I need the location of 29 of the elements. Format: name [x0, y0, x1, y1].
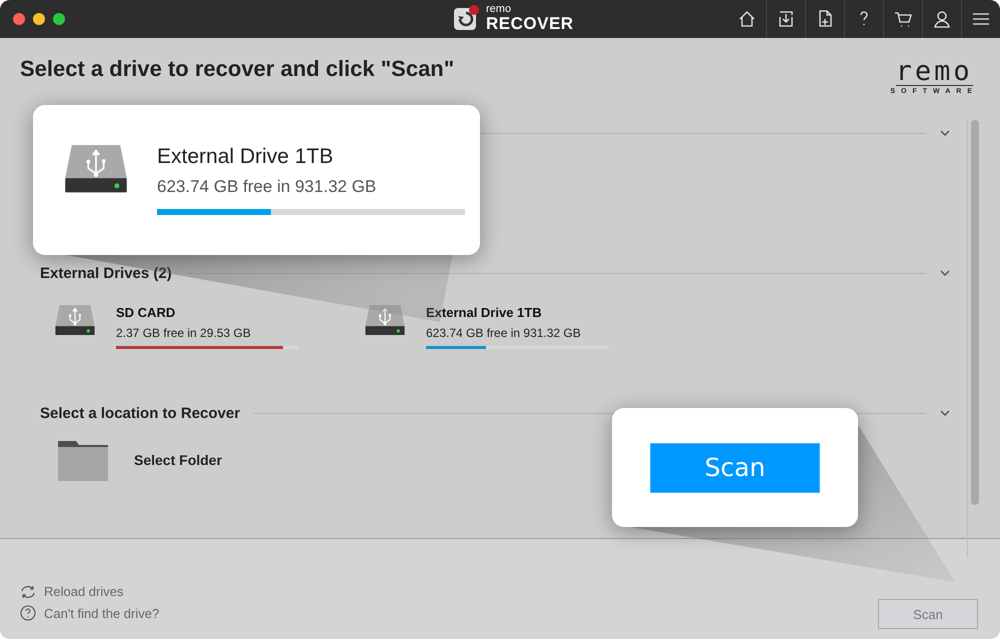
home-icon[interactable] [737, 9, 757, 29]
help-icon [20, 605, 36, 621]
drive-name[interactable]: External Drive 1TB [157, 145, 465, 169]
logo-icon [452, 4, 480, 32]
scrollbar[interactable] [967, 118, 980, 558]
chevron-icon[interactable] [940, 410, 950, 416]
section-heading: Select a location to Recover [40, 404, 240, 422]
select-folder-label[interactable]: Select Folder [134, 452, 222, 468]
usb-drive-icon [63, 145, 129, 193]
brand-logo: remo [896, 58, 973, 86]
reload-link[interactable]: Reload drives [20, 584, 160, 599]
drive-name[interactable]: SD CARD [116, 305, 298, 320]
window-control[interactable] [53, 13, 65, 25]
chevron-icon[interactable] [940, 130, 950, 136]
help-link[interactable]: Can't find the drive? [20, 605, 160, 621]
page-heading: Select a drive to recover and click "Scan" [20, 56, 454, 82]
drive-capacity: 2.37 GB free in 29.53 GB [116, 326, 252, 340]
logo-text: remo [486, 4, 512, 15]
refresh-icon [20, 584, 36, 598]
user-icon[interactable] [932, 9, 952, 29]
drive-capacity: 623.74 GB free in 931.32 GB [157, 177, 378, 197]
drive-capacity: 623.74 GB free in 931.32 GB [426, 326, 582, 340]
folder-icon[interactable] [58, 439, 108, 481]
usb-drive-icon [54, 305, 96, 336]
window-control[interactable] [13, 13, 25, 25]
section-heading: External Drives (2) [40, 264, 172, 282]
window-control[interactable] [33, 13, 45, 25]
chevron-icon[interactable] [940, 270, 950, 276]
logo-title: RECOVER [486, 15, 574, 32]
